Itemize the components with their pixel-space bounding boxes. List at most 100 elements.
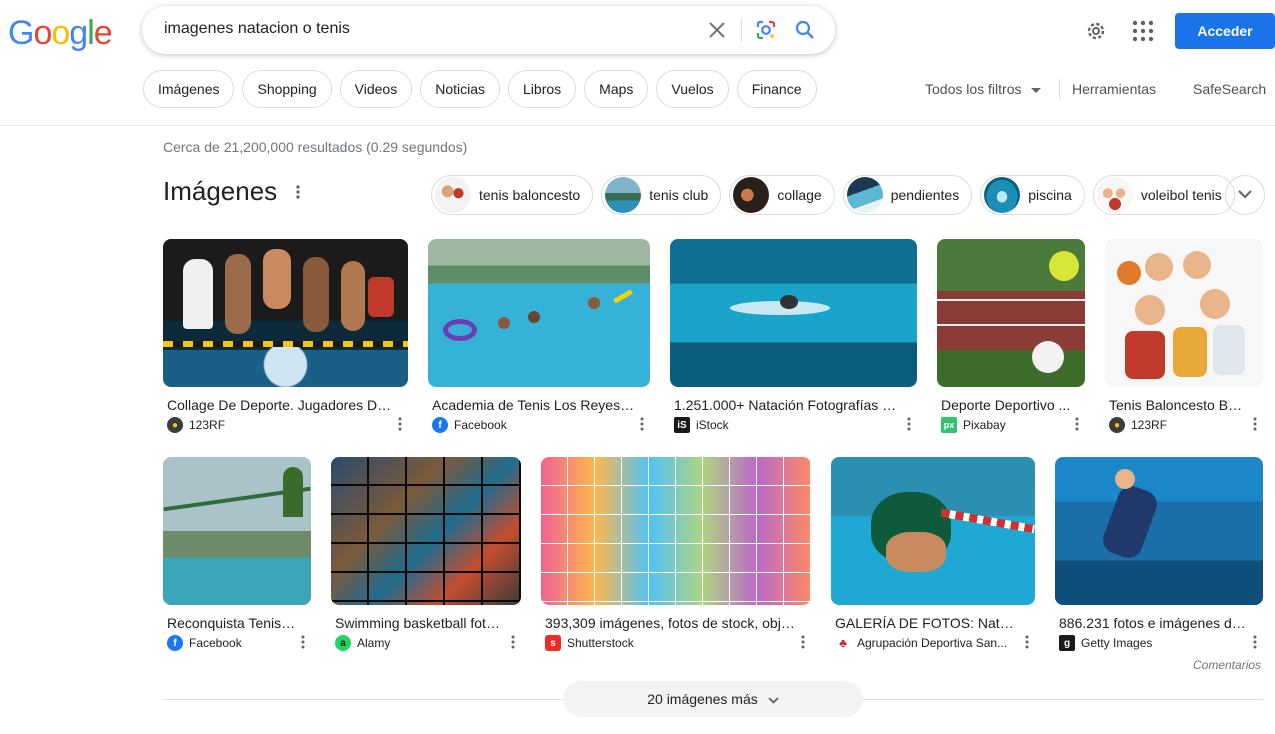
facebook-icon: f bbox=[432, 417, 448, 433]
result-source[interactable]: iS iStock bbox=[670, 417, 917, 433]
chips-expand-button[interactable] bbox=[1225, 175, 1265, 215]
source-label: Alamy bbox=[357, 636, 391, 650]
chip-piscina[interactable]: piscina bbox=[980, 175, 1085, 215]
result-title[interactable]: Reconquista Tenis Cl... bbox=[163, 615, 311, 631]
image-result[interactable]: 1.251.000+ Natación Fotografías de ... i… bbox=[670, 239, 917, 433]
more-images-button[interactable]: 20 imágenes más bbox=[563, 681, 863, 717]
result-thumbnail[interactable] bbox=[1105, 239, 1263, 387]
result-title[interactable]: 886.231 fotos e imágenes de ... bbox=[1055, 615, 1263, 631]
chip-label: voleibol tenis bbox=[1140, 187, 1222, 203]
chip-thumbnail bbox=[846, 177, 883, 213]
result-title[interactable]: Deporte Deportivo ... bbox=[937, 397, 1085, 413]
all-filters-dropdown[interactable]: Todos los filtros bbox=[925, 81, 1042, 97]
result-thumbnail[interactable] bbox=[1055, 457, 1263, 605]
feedback-link[interactable]: Comentarios bbox=[1193, 658, 1261, 672]
result-thumbnail[interactable] bbox=[831, 457, 1035, 605]
alamy-icon: a bbox=[335, 635, 351, 651]
chip-pendientes[interactable]: pendientes bbox=[842, 175, 973, 215]
source-label: Facebook bbox=[454, 418, 507, 432]
result-source[interactable]: a Alamy bbox=[331, 635, 521, 651]
all-filters-label: Todos los filtros bbox=[925, 81, 1022, 97]
search-input[interactable]: imagenes natacion o tenis bbox=[164, 20, 350, 38]
result-stats: Cerca de 21,200,000 resultados (0.29 seg… bbox=[163, 139, 468, 155]
image-result[interactable]: Academia de Tenis Los Reyes C... f Faceb… bbox=[428, 239, 650, 433]
more-vert-icon[interactable] bbox=[907, 417, 911, 434]
image-result[interactable]: Swimming basketball fotog... a Alamy bbox=[331, 457, 521, 651]
result-title[interactable]: Swimming basketball fotog... bbox=[331, 615, 521, 631]
result-thumbnail[interactable] bbox=[331, 457, 521, 605]
image-result[interactable]: 393,309 imágenes, fotos de stock, objet.… bbox=[541, 457, 811, 651]
result-title[interactable]: Collage De Deporte. Jugadores De ... bbox=[163, 397, 408, 413]
logo-letter: G bbox=[8, 14, 34, 52]
tools-button[interactable]: Herramientas bbox=[1072, 81, 1156, 97]
google-logo[interactable]: Google bbox=[8, 14, 113, 53]
more-vert-icon[interactable] bbox=[801, 635, 805, 652]
favicon-icon: ● bbox=[167, 417, 183, 433]
tab-videos[interactable]: Videos bbox=[339, 70, 413, 108]
tab-books[interactable]: Libros bbox=[508, 70, 577, 108]
chip-thumbnail bbox=[984, 177, 1021, 213]
result-source[interactable]: g Getty Images bbox=[1055, 635, 1263, 651]
more-images-label: 20 imágenes más bbox=[647, 691, 758, 707]
result-source[interactable]: f Facebook bbox=[163, 635, 311, 651]
result-thumbnail[interactable] bbox=[541, 457, 811, 605]
chip-tenis-baloncesto[interactable]: tenis baloncesto bbox=[431, 175, 594, 215]
more-vert-icon[interactable] bbox=[301, 635, 305, 652]
tab-maps[interactable]: Maps bbox=[584, 70, 649, 108]
result-thumbnail[interactable] bbox=[163, 239, 408, 387]
result-title[interactable]: GALERÍA DE FOTOS: Natació... bbox=[831, 615, 1035, 631]
chip-collage[interactable]: collage bbox=[729, 175, 835, 215]
image-result[interactable]: Deporte Deportivo ... px Pixabay bbox=[937, 239, 1085, 433]
result-title[interactable]: Academia de Tenis Los Reyes C... bbox=[428, 397, 650, 413]
result-source[interactable]: ● 123RF bbox=[163, 417, 408, 433]
apps-grid-icon[interactable] bbox=[1131, 19, 1155, 48]
result-thumbnail[interactable] bbox=[163, 457, 311, 605]
sign-in-button[interactable]: Acceder bbox=[1175, 13, 1275, 49]
gear-icon[interactable] bbox=[1084, 19, 1108, 48]
watermark bbox=[1180, 549, 1250, 563]
source-label: Getty Images bbox=[1081, 636, 1153, 650]
istock-icon: iS bbox=[674, 417, 690, 433]
image-result[interactable]: Tenis Baloncesto Béis... ● 123RF bbox=[1105, 239, 1263, 433]
search-icon[interactable] bbox=[793, 18, 817, 42]
more-vert-icon[interactable] bbox=[398, 417, 402, 434]
section-title: Imágenes bbox=[163, 176, 278, 206]
image-result[interactable]: Collage De Deporte. Jugadores De ... ● 1… bbox=[163, 239, 408, 433]
image-result[interactable]: GALERÍA DE FOTOS: Natació... ♣ Agrupació… bbox=[831, 457, 1035, 651]
result-thumbnail[interactable] bbox=[937, 239, 1085, 387]
clear-icon[interactable] bbox=[705, 18, 729, 42]
safesearch-button[interactable]: SafeSearch bbox=[1193, 81, 1266, 97]
tab-images[interactable]: Imágenes bbox=[143, 70, 235, 108]
tab-shopping[interactable]: Shopping bbox=[242, 70, 332, 108]
source-label: Pixabay bbox=[963, 418, 1006, 432]
result-title[interactable]: 1.251.000+ Natación Fotografías de ... bbox=[670, 397, 917, 413]
image-result[interactable]: 886.231 fotos e imágenes de ... g Getty … bbox=[1055, 457, 1263, 651]
result-source[interactable]: ● 123RF bbox=[1105, 417, 1263, 433]
result-title[interactable]: Tenis Baloncesto Béis... bbox=[1105, 397, 1263, 413]
result-thumbnail[interactable] bbox=[428, 239, 650, 387]
result-source[interactable]: f Facebook bbox=[428, 417, 650, 433]
caret-down-icon bbox=[1031, 81, 1042, 97]
more-vert-icon[interactable] bbox=[1025, 635, 1029, 652]
result-title[interactable]: 393,309 imágenes, fotos de stock, objet.… bbox=[541, 615, 811, 631]
more-vert-icon[interactable] bbox=[640, 417, 644, 434]
more-vert-icon[interactable] bbox=[296, 184, 300, 205]
lens-icon[interactable] bbox=[754, 18, 778, 42]
more-vert-icon[interactable] bbox=[511, 635, 515, 652]
chip-voleibol-tenis[interactable]: voleibol tenis bbox=[1092, 175, 1235, 215]
more-vert-icon[interactable] bbox=[1253, 417, 1257, 434]
chip-tenis-club[interactable]: tenis club bbox=[601, 175, 722, 215]
result-source[interactable]: px Pixabay bbox=[937, 417, 1085, 433]
tab-flights[interactable]: Vuelos bbox=[656, 70, 729, 108]
image-result[interactable]: Reconquista Tenis Cl... f Facebook bbox=[163, 457, 311, 651]
tab-news[interactable]: Noticias bbox=[420, 70, 501, 108]
more-vert-icon[interactable] bbox=[1253, 635, 1257, 652]
search-box[interactable]: imagenes natacion o tenis bbox=[142, 6, 835, 54]
tab-finance[interactable]: Finance bbox=[736, 70, 817, 108]
result-source[interactable]: s Shutterstock bbox=[541, 635, 811, 651]
logo-letter: o bbox=[33, 14, 52, 52]
result-thumbnail[interactable] bbox=[670, 239, 917, 387]
result-source[interactable]: ♣ Agrupación Deportiva San... bbox=[831, 635, 1035, 651]
shutterstock-icon: s bbox=[545, 635, 561, 651]
more-vert-icon[interactable] bbox=[1075, 417, 1079, 434]
